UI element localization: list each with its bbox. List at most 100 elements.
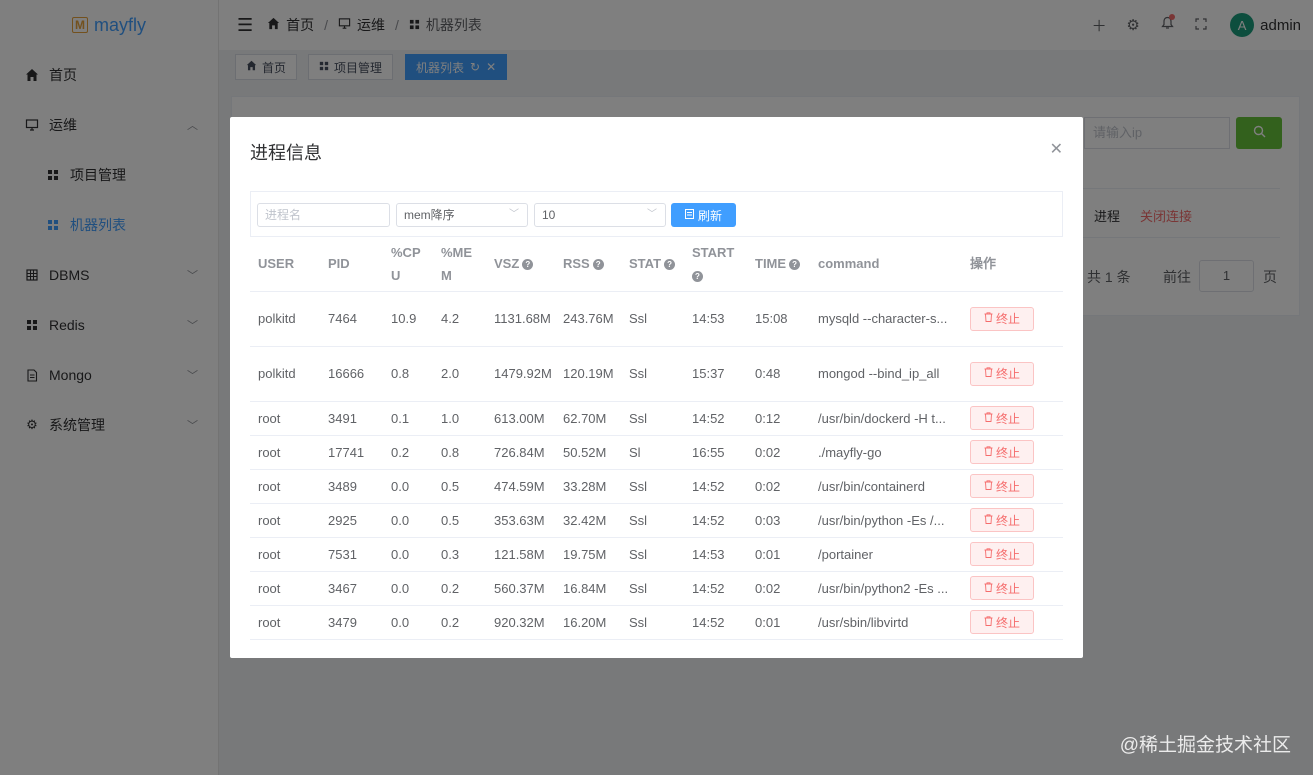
cell-command: ./mayfly-go xyxy=(810,435,962,470)
process-table-body: polkitd 7464 10.9 4.2 1131.68M 243.76M Ssl 14:5… xyxy=(250,291,1063,640)
cell-vsz: 353.63M xyxy=(486,503,555,538)
cell-time: 0:12 xyxy=(747,401,810,436)
column-header-label: VSZ xyxy=(494,256,520,272)
cell-vsz: 474.59M xyxy=(486,469,555,504)
cell-start: 14:52 xyxy=(684,401,747,436)
cell-rss: 16.20M xyxy=(555,605,621,640)
cell-stat: Sl xyxy=(621,435,684,470)
table-row: root 7531 0.0 0.3 121.58M 19.75M Ssl 14:53 0:01/… xyxy=(250,537,1063,572)
count-select[interactable]: 10 ﹀ xyxy=(534,203,666,227)
kill-process-button[interactable]: 终止 xyxy=(970,576,1034,600)
cell-stat: Ssl xyxy=(621,605,684,640)
cell-vsz: 560.37M xyxy=(486,571,555,606)
kill-process-button[interactable]: 终止 xyxy=(970,542,1034,566)
column-header-label: RSS xyxy=(563,256,590,272)
help-icon[interactable]: ? xyxy=(522,259,534,271)
cell-time: 15:08 xyxy=(747,291,810,347)
cell-time: 0:02 xyxy=(747,469,810,504)
cell-time: 0:03 xyxy=(747,503,810,538)
cell-time: 0:02 xyxy=(747,435,810,470)
help-icon[interactable]: ? xyxy=(592,259,604,271)
cell-mem: 0.5 xyxy=(433,469,486,504)
sort-select-value: mem降序 xyxy=(404,208,455,222)
table-row: root 3467 0.0 0.2 560.37M 16.84M Ssl 14:52 0:02/… xyxy=(250,571,1063,606)
cell-rss: 243.76M xyxy=(555,291,621,347)
cell-pid: 7531 xyxy=(320,537,383,572)
trash-icon xyxy=(984,479,993,493)
watermark: @稀土掘金技术社区 xyxy=(1119,735,1291,756)
column-header-label: PID xyxy=(328,256,350,272)
document-icon xyxy=(684,208,694,222)
trash-icon xyxy=(984,615,993,629)
cell-user: polkitd xyxy=(250,291,320,347)
column-header-label: 操作 xyxy=(970,256,997,272)
cell-pid: 16666 xyxy=(320,346,383,402)
process-dialog: 进程信息 ✕ 进程名 mem降序 ﹀ 10 ﹀ 刷新 USER PID %CPU xyxy=(230,117,1083,658)
cell-cpu: 0.2 xyxy=(383,435,433,470)
cell-start: 14:52 xyxy=(684,469,747,504)
kill-process-button[interactable]: 终止 xyxy=(970,361,1034,386)
cell-mem: 0.2 xyxy=(433,571,486,606)
close-icon[interactable]: ✕ xyxy=(1050,139,1063,159)
cell-rss: 33.28M xyxy=(555,469,621,504)
help-icon[interactable]: ? xyxy=(664,259,676,271)
cell-vsz: 121.58M xyxy=(486,537,555,572)
sort-select[interactable]: mem降序 ﹀ xyxy=(396,203,528,227)
column-header-label: STAT xyxy=(629,256,662,272)
table-row: root 17741 0.2 0.8 726.84M 50.52M Sl 16:55 0:02.… xyxy=(250,435,1063,470)
table-row: polkitd 16666 0.8 2.0 1479.92M 120.19M Ssl 15:3… xyxy=(250,346,1063,402)
process-toolbar: 进程名 mem降序 ﹀ 10 ﹀ 刷新 xyxy=(250,191,1063,237)
cell-start: 14:52 xyxy=(684,571,747,606)
refresh-button[interactable]: 刷新 xyxy=(671,203,736,227)
trash-icon xyxy=(984,411,993,425)
cell-mem: 0.3 xyxy=(433,537,486,572)
cell-start: 14:53 xyxy=(684,537,747,572)
cell-actions: 终止 xyxy=(962,291,1063,347)
cell-actions: 终止 xyxy=(962,469,1063,504)
cell-actions: 终止 xyxy=(962,503,1063,538)
trash-icon xyxy=(984,367,993,380)
cell-start: 14:52 xyxy=(684,605,747,640)
kill-process-button[interactable]: 终止 xyxy=(970,440,1034,464)
kill-label: 终止 xyxy=(995,615,1020,630)
cell-pid: 3467 xyxy=(320,571,383,606)
kill-process-button[interactable]: 终止 xyxy=(970,306,1034,331)
column-header-label: TIME xyxy=(755,256,787,272)
column-header: 操作 xyxy=(962,237,1063,292)
kill-label: 终止 xyxy=(995,367,1020,381)
cell-user: root xyxy=(250,469,320,504)
cell-start: 16:55 xyxy=(684,435,747,470)
cell-user: root xyxy=(250,571,320,606)
cell-command: /usr/sbin/libvirtd xyxy=(810,605,962,640)
trash-icon xyxy=(984,312,993,325)
cell-start: 14:53 xyxy=(684,291,747,347)
cell-start: 14:52 xyxy=(684,503,747,538)
help-icon[interactable]: ? xyxy=(692,270,703,282)
kill-process-button[interactable]: 终止 xyxy=(970,508,1034,532)
kill-label: 终止 xyxy=(995,479,1020,494)
cell-actions: 终止 xyxy=(962,401,1063,436)
kill-process-button[interactable]: 终止 xyxy=(970,406,1034,430)
help-icon[interactable]: ? xyxy=(789,259,801,271)
cell-stat: Ssl xyxy=(621,401,684,436)
cell-stat: Ssl xyxy=(621,503,684,538)
column-header: TIME? xyxy=(747,237,810,292)
cell-command: /usr/bin/dockerd -H t... xyxy=(810,401,962,436)
kill-process-button[interactable]: 终止 xyxy=(970,610,1034,634)
cell-cpu: 0.8 xyxy=(383,346,433,402)
table-header-row: USER PID %CPU %MEM VSZ? RSS? STAT? START… xyxy=(250,237,1063,292)
cell-mem: 0.5 xyxy=(433,503,486,538)
table-row: root 3489 0.0 0.5 474.59M 33.28M Ssl 14:52 0:02/… xyxy=(250,469,1063,504)
cell-pid: 7464 xyxy=(320,291,383,347)
cell-stat: Ssl xyxy=(621,346,684,402)
column-header: %CPU xyxy=(383,237,433,292)
process-name-input[interactable]: 进程名 xyxy=(257,203,390,227)
column-header: %MEM xyxy=(433,237,486,292)
cell-user: polkitd xyxy=(250,346,320,402)
cell-vsz: 1131.68M xyxy=(486,291,555,347)
cell-cpu: 10.9 xyxy=(383,291,433,347)
cell-command: mongod --bind_ip_all xyxy=(810,346,962,402)
cell-actions: 终止 xyxy=(962,435,1063,470)
kill-process-button[interactable]: 终止 xyxy=(970,474,1034,498)
cell-vsz: 613.00M xyxy=(486,401,555,436)
